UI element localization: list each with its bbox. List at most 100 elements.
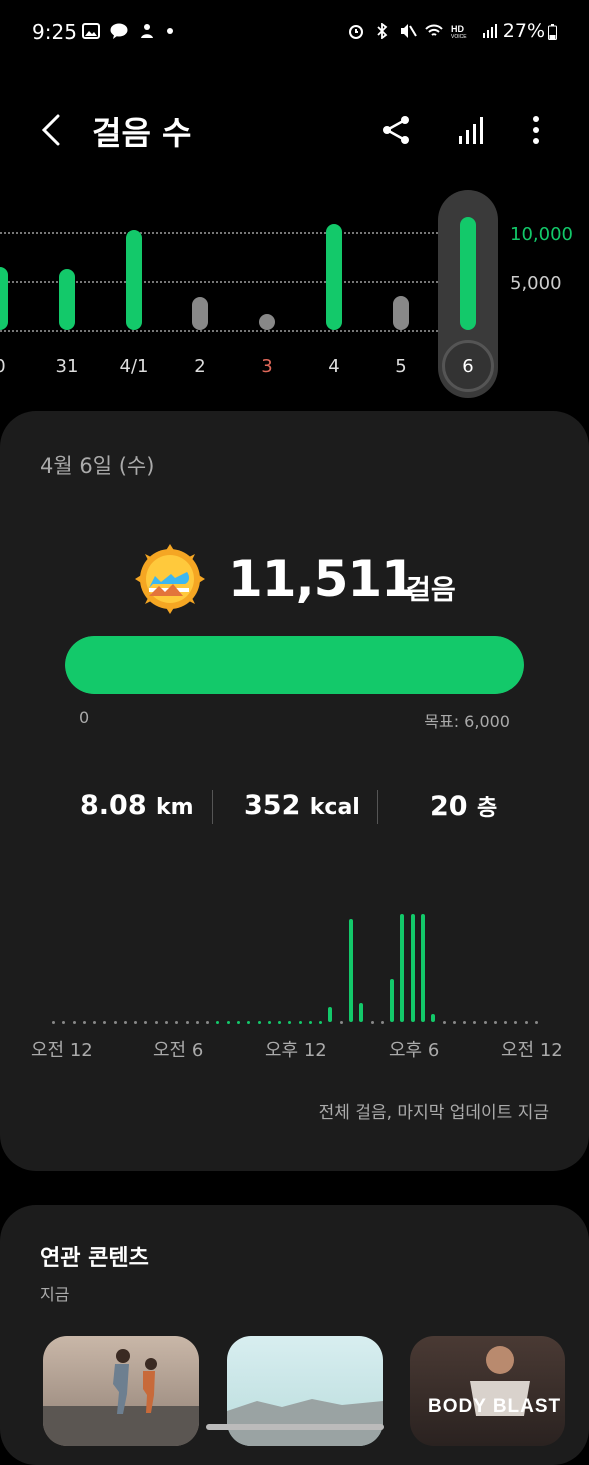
- hourly-dot: [52, 1021, 55, 1024]
- timeline-label: 오후 6: [389, 1040, 440, 1061]
- hourly-dot: [154, 1021, 158, 1024]
- y-tick-5000: 5,000: [510, 273, 562, 294]
- weekly-bar-6[interactable]: [460, 217, 476, 330]
- calories-unit: kcal: [309, 795, 360, 820]
- signal-icon: [483, 24, 497, 38]
- hourly-dot: [82, 1021, 86, 1024]
- weekly-day-label[interactable]: 2: [180, 356, 220, 377]
- hourly-dot: [535, 1021, 538, 1024]
- svg-text:VOICE: VOICE: [451, 34, 467, 39]
- weekly-bar-0[interactable]: [0, 267, 8, 330]
- hourly-dot: [339, 1021, 343, 1024]
- hourly-dot: [185, 1021, 189, 1024]
- hourly-bar: [359, 1003, 364, 1022]
- share-icon[interactable]: [378, 112, 414, 148]
- timeline-label: 오전 6: [153, 1040, 204, 1061]
- distance-stat: 8.08 km: [80, 790, 194, 821]
- hourly-dot: [370, 1021, 374, 1024]
- weekly-bar-4/1[interactable]: [126, 230, 142, 330]
- wifi-icon: [425, 24, 443, 36]
- hd-voice-icon: HDVOICE: [451, 24, 467, 39]
- card-date[interactable]: 4월 6일 (수): [40, 450, 154, 480]
- timeline-label: 오후 12: [265, 1040, 327, 1061]
- related-subtitle: 지금: [40, 1285, 70, 1304]
- chart-bars-icon[interactable]: [454, 112, 490, 148]
- hourly-bar: [349, 919, 354, 1022]
- weekly-bar-31[interactable]: [59, 269, 75, 330]
- goal-progress-fill: [65, 636, 524, 694]
- hourly-dot: [452, 1021, 456, 1024]
- progress-min-label: 0: [79, 708, 90, 727]
- home-indicator[interactable]: [206, 1424, 384, 1430]
- distance-unit: km: [156, 795, 194, 820]
- hourly-dot: [483, 1021, 487, 1024]
- timeline-label: 오전 12: [501, 1040, 563, 1061]
- more-icon[interactable]: [518, 112, 554, 148]
- floors-unit: 층: [476, 796, 498, 821]
- battery-icon: [548, 24, 557, 40]
- y-tick-10000: 10,000: [510, 224, 573, 245]
- hourly-dot: [267, 1021, 271, 1024]
- dot-icon: [167, 28, 173, 34]
- mute-icon: [401, 24, 417, 38]
- stat-divider: [212, 790, 213, 824]
- talk-icon: [110, 23, 128, 39]
- timeline-label: 오전 12: [31, 1040, 93, 1061]
- weekly-day-label[interactable]: 3: [247, 356, 287, 377]
- weekly-day-label[interactable]: 5: [381, 356, 421, 377]
- hourly-dot: [236, 1021, 240, 1024]
- hourly-bar: [420, 914, 425, 1022]
- status-left-icons: [82, 23, 174, 39]
- alarm-icon: [349, 25, 363, 39]
- floors-stat: 20 층: [430, 790, 497, 822]
- shoe-badge-icon: [135, 544, 205, 614]
- weekly-bar-2[interactable]: [192, 296, 208, 330]
- battery-percent: 27%: [502, 20, 545, 42]
- steps-unit: 걸음: [406, 575, 456, 606]
- weekly-bar-4[interactable]: [326, 224, 342, 330]
- weekly-day-label[interactable]: 4/1: [114, 356, 154, 377]
- hourly-dot: [442, 1021, 446, 1024]
- hourly-dot: [308, 1021, 312, 1024]
- runners-image: [43, 1349, 199, 1446]
- hourly-dot: [195, 1021, 199, 1024]
- hourly-dot: [72, 1021, 76, 1024]
- hourly-dot: [298, 1021, 302, 1024]
- distance-value: 8.08: [80, 790, 147, 821]
- hourly-bar: [328, 1006, 333, 1022]
- grid-line-0: [0, 330, 438, 332]
- back-icon[interactable]: [38, 112, 66, 148]
- hourly-dot: [113, 1021, 117, 1024]
- related-title: 연관 콘텐츠: [40, 1246, 149, 1271]
- hourly-dot: [123, 1021, 127, 1024]
- thumb-text: BODY BLAST: [428, 1396, 562, 1417]
- weekly-day-label[interactable]: 4: [314, 356, 354, 377]
- bluetooth-icon: [377, 23, 388, 39]
- status-time: 9:25: [32, 20, 77, 44]
- stat-divider: [377, 790, 378, 824]
- hourly-dot: [257, 1021, 261, 1024]
- hourly-dot: [493, 1021, 497, 1024]
- image-icon: [82, 23, 100, 39]
- weekly-day-label[interactable]: 31: [47, 356, 87, 377]
- hourly-dot: [380, 1021, 384, 1024]
- related-thumb-body-blast[interactable]: BODY BLAST: [410, 1336, 565, 1446]
- weekly-day-label[interactable]: 0: [0, 356, 20, 377]
- update-status: 전체 걸음, 마지막 업데이트 지금: [318, 1103, 549, 1123]
- hourly-bar: [400, 914, 405, 1022]
- person-icon: [141, 24, 153, 38]
- weekly-bar-3[interactable]: [259, 314, 275, 330]
- calories-value: 352: [244, 790, 301, 821]
- svg-text:HD: HD: [451, 24, 464, 34]
- calories-stat: 352 kcal: [244, 790, 360, 821]
- weekly-bar-5[interactable]: [393, 295, 409, 330]
- related-thumb-running[interactable]: [43, 1336, 199, 1446]
- status-right-icons: HD VOICE: [347, 23, 499, 39]
- page-title: 걸음 수: [92, 114, 192, 152]
- hourly-bar: [390, 978, 395, 1022]
- goal-label: 목표: 6,000: [424, 712, 510, 731]
- weekly-day-label[interactable]: 6: [448, 356, 488, 377]
- grid-line-10000: [0, 232, 438, 234]
- hourly-bar: [410, 914, 415, 1022]
- hourly-dot: [524, 1021, 528, 1024]
